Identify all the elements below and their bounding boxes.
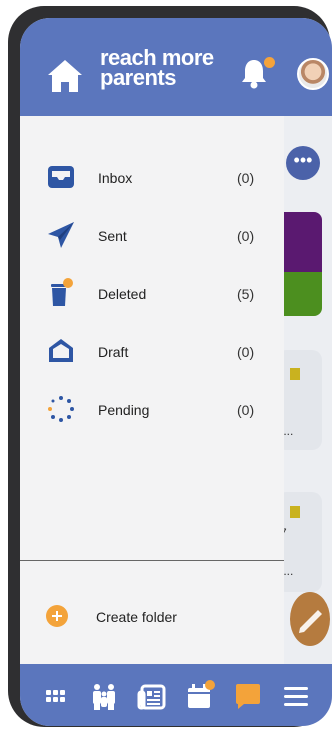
calendar-icon[interactable] [184,680,216,712]
folder-count: (0) [237,344,255,360]
news-icon[interactable] [136,680,168,712]
folder-count: (5) [237,286,255,302]
flag-icon [290,368,300,380]
app-screen: reach more parents ••• t... 7 t... [20,18,332,726]
folder-inbox[interactable]: Inbox (0) [20,158,284,198]
folder-label: Sent [98,228,127,244]
send-icon [48,222,74,248]
logo-line-2: parents [100,65,176,90]
folder-count: (0) [237,402,255,418]
menu-icon[interactable] [280,680,312,712]
loading-icon [48,396,74,422]
notification-badge [264,57,275,68]
folder-label: Inbox [98,170,133,186]
folder-pending[interactable]: Pending (0) [20,390,284,430]
phone-frame: reach more parents ••• t... 7 t... [8,6,332,727]
folder-label: Draft [98,344,129,360]
folder-sent[interactable]: Sent (0) [20,216,284,256]
folder-drawer: Inbox (0) Sent (0) Deleted (5) Draft (0)… [20,116,284,664]
apps-grid-icon[interactable] [40,680,72,712]
folder-label: Deleted [98,286,147,302]
folder-count: (0) [237,170,255,186]
app-header: reach more parents [20,18,332,116]
inbox-icon [48,166,74,188]
home-icon[interactable] [46,58,84,94]
create-folder-label: Create folder [96,609,177,625]
add-icon [46,605,68,627]
drawer-divider [20,560,284,561]
compose-fab[interactable] [290,592,330,646]
trash-icon [51,278,73,306]
bottom-nav [20,664,332,726]
folder-draft[interactable]: Draft (0) [20,332,284,372]
pencil-icon [299,610,322,633]
avatar[interactable] [297,58,329,90]
app-logo: reach more parents [100,47,214,90]
folder-label: Pending [98,402,150,418]
folder-count: (0) [237,228,255,244]
flag-icon [290,506,300,518]
chat-icon[interactable] [232,680,264,712]
draft-icon [49,339,73,362]
more-options-button[interactable]: ••• [286,146,320,180]
family-icon[interactable] [88,680,120,712]
folder-deleted[interactable]: Deleted (5) [20,274,284,314]
create-folder-button[interactable]: Create folder [20,596,284,636]
